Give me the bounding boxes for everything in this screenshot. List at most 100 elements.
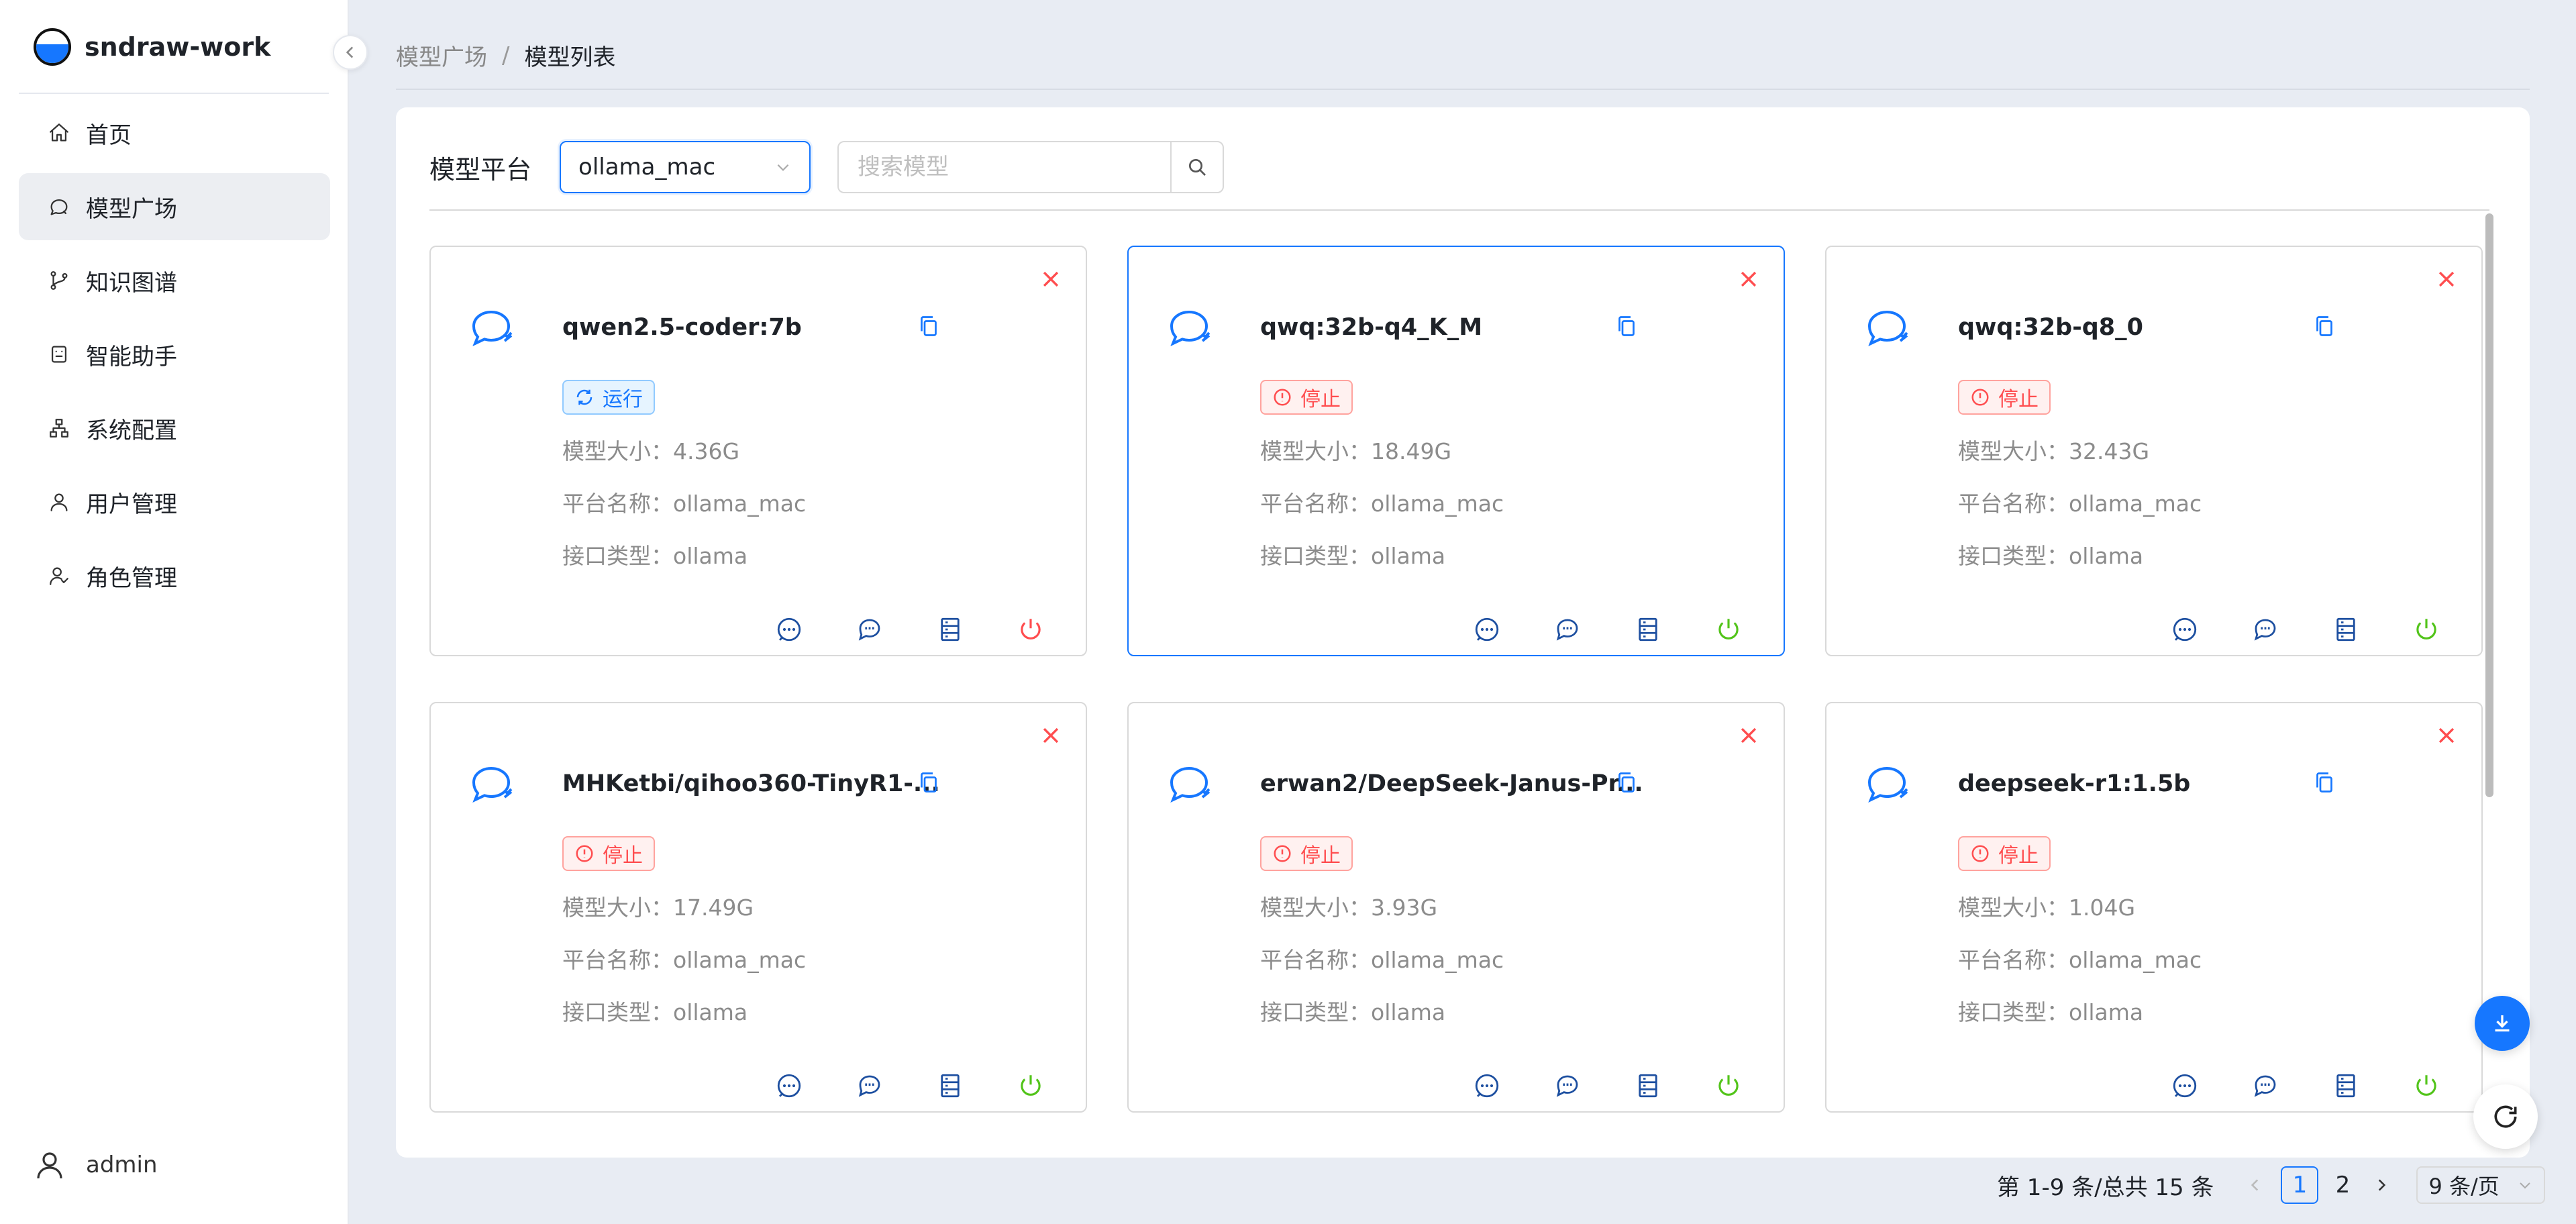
api-value: ollama — [1371, 999, 1446, 1025]
collapse-sidebar-button[interactable] — [333, 35, 368, 70]
card-actions — [1472, 615, 1743, 644]
details-button[interactable] — [935, 615, 965, 644]
conversation-button[interactable] — [855, 615, 884, 644]
breadcrumb-parent[interactable]: 模型广场 — [396, 39, 487, 72]
user-icon — [46, 489, 72, 515]
chevron-down-icon — [2520, 1182, 2531, 1189]
copy-name-button[interactable] — [917, 769, 943, 799]
platform-label: 平台名称： — [1958, 491, 2069, 517]
power-toggle-button[interactable] — [1016, 615, 1045, 644]
details-button[interactable] — [935, 1071, 965, 1101]
power-toggle-button[interactable] — [1714, 1071, 1743, 1101]
sidebar-item-0[interactable]: 首页 — [19, 99, 330, 166]
chat-button[interactable] — [774, 1071, 804, 1101]
model-chat-icon — [468, 307, 517, 350]
search-input[interactable] — [837, 141, 1171, 193]
card-actions — [774, 1071, 1045, 1101]
user-menu[interactable]: admin — [34, 1149, 158, 1181]
details-button[interactable] — [1633, 1071, 1663, 1101]
database-icon — [1639, 1074, 1657, 1098]
prev-page-button[interactable] — [2240, 1166, 2270, 1204]
breadcrumb-separator: / — [502, 42, 510, 69]
sidebar-item-6[interactable]: 角色管理 — [19, 542, 330, 609]
chat-button[interactable] — [2170, 1071, 2200, 1101]
download-icon — [2495, 1015, 2510, 1032]
download-button[interactable] — [2475, 996, 2530, 1051]
delete-model-button[interactable] — [1037, 722, 1064, 749]
card-actions — [2170, 615, 2441, 644]
card-actions — [1472, 1071, 1743, 1101]
refresh-button[interactable] — [2473, 1084, 2538, 1149]
conversation-button[interactable] — [1553, 615, 1582, 644]
conversation-button[interactable] — [2251, 1071, 2280, 1101]
sidebar-item-5[interactable]: 用户管理 — [19, 468, 330, 536]
platform-label: 平台名称： — [562, 491, 673, 517]
model-card[interactable]: qwq:32b-q8_0 停止 模型大小：32.43G 平台名称：ollama_mac… — [1825, 246, 2483, 656]
chat-button[interactable] — [2170, 615, 2200, 644]
close-icon — [1741, 727, 1757, 744]
chat-button[interactable] — [774, 615, 804, 644]
search-button[interactable] — [1170, 141, 1225, 193]
model-card[interactable]: deepseek-r1:1.5b 停止 模型大小：1.04G 平台名称：ollama_… — [1825, 702, 2483, 1113]
delete-model-button[interactable] — [1735, 266, 1762, 293]
conversation-icon — [1556, 619, 1578, 641]
model-list-panel: 模型平台 ollama_mac qwen2.5-coder:7b运行模型大小：4… — [396, 107, 2530, 1158]
sidebar-item-2[interactable]: 知识图谱 — [19, 247, 330, 314]
sidebar: sndraw-work 首页模型广场知识图谱智能助手系统配置用户管理角色管理 a… — [0, 0, 349, 1224]
chat-dots-icon — [1475, 617, 1499, 642]
robot-icon — [46, 341, 72, 368]
copy-name-button[interactable] — [917, 313, 943, 342]
delete-model-button[interactable] — [2433, 722, 2460, 749]
model-size: 模型大小：32.43G — [1958, 434, 2149, 466]
power-toggle-button[interactable] — [1016, 1071, 1045, 1101]
conversation-button[interactable] — [1553, 1071, 1582, 1101]
model-card[interactable]: qwq:32b-q4_K_M 停止 模型大小：18.49G 平台名称：ollama_m… — [1127, 246, 1785, 656]
branch-icon — [46, 267, 72, 294]
power-icon — [1021, 1075, 1041, 1096]
model-size: 模型大小：4.36G — [562, 434, 739, 466]
sidebar-item-3[interactable]: 智能助手 — [19, 321, 330, 388]
details-button[interactable] — [2331, 615, 2361, 644]
details-button[interactable] — [1633, 615, 1663, 644]
page-size-select[interactable]: 9 条/页 — [2416, 1166, 2546, 1204]
conversation-icon — [2254, 619, 2276, 641]
delete-model-button[interactable] — [1735, 722, 1762, 749]
copy-icon — [2316, 316, 2332, 336]
chat-button[interactable] — [1472, 615, 1502, 644]
power-toggle-button[interactable] — [2412, 1071, 2441, 1101]
model-name: erwan2/DeepSeek-Janus-Pr... — [1260, 770, 1643, 797]
platform-select[interactable]: ollama_mac — [560, 141, 811, 193]
model-chat-icon — [468, 764, 517, 807]
model-card[interactable]: qwen2.5-coder:7b 运行 模型大小：4.36G 平台名称：ollama_… — [429, 246, 1087, 656]
conversation-button[interactable] — [855, 1071, 884, 1101]
delete-model-button[interactable] — [2433, 266, 2460, 293]
page-1-button[interactable]: 1 — [2281, 1166, 2319, 1204]
copy-name-button[interactable] — [2312, 769, 2339, 799]
sidebar-item-1[interactable]: 模型广场 — [19, 173, 330, 240]
filter-bar: 模型平台 ollama_mac — [429, 141, 1225, 193]
next-page-button[interactable] — [2367, 1166, 2396, 1204]
model-card[interactable]: MHKetbi/qihoo360-TinyR1-... 停止 模型大小：17.49G… — [429, 702, 1087, 1113]
delete-model-button[interactable] — [1037, 266, 1064, 293]
details-button[interactable] — [2331, 1071, 2361, 1101]
model-name: qwq:32b-q4_K_M — [1260, 314, 1483, 341]
sidebar-item-label: 用户管理 — [86, 491, 177, 518]
sidebar-item-label: 系统配置 — [86, 417, 177, 444]
copy-name-button[interactable] — [1614, 313, 1641, 342]
power-toggle-button[interactable] — [2412, 615, 2441, 644]
page-2-button[interactable]: 2 — [2324, 1166, 2361, 1204]
close-icon — [2438, 727, 2455, 744]
copy-name-button[interactable] — [2312, 313, 2339, 342]
conversation-icon — [858, 619, 880, 641]
chat-dots-icon — [2173, 617, 2197, 642]
status-text: 停止 — [1998, 844, 2039, 868]
chat-button[interactable] — [1472, 1071, 1502, 1101]
conversation-button[interactable] — [2251, 615, 2280, 644]
power-toggle-button[interactable] — [1714, 615, 1743, 644]
sidebar-item-4[interactable]: 系统配置 — [19, 395, 330, 462]
model-card[interactable]: erwan2/DeepSeek-Janus-Pr... 停止 模型大小：3.93G 平… — [1127, 702, 1785, 1113]
copy-name-button[interactable] — [1614, 769, 1641, 799]
brand[interactable]: sndraw-work — [34, 28, 270, 66]
scrollbar[interactable] — [2485, 213, 2493, 797]
sidebar-nav: 首页模型广场知识图谱智能助手系统配置用户管理角色管理 — [19, 99, 330, 616]
